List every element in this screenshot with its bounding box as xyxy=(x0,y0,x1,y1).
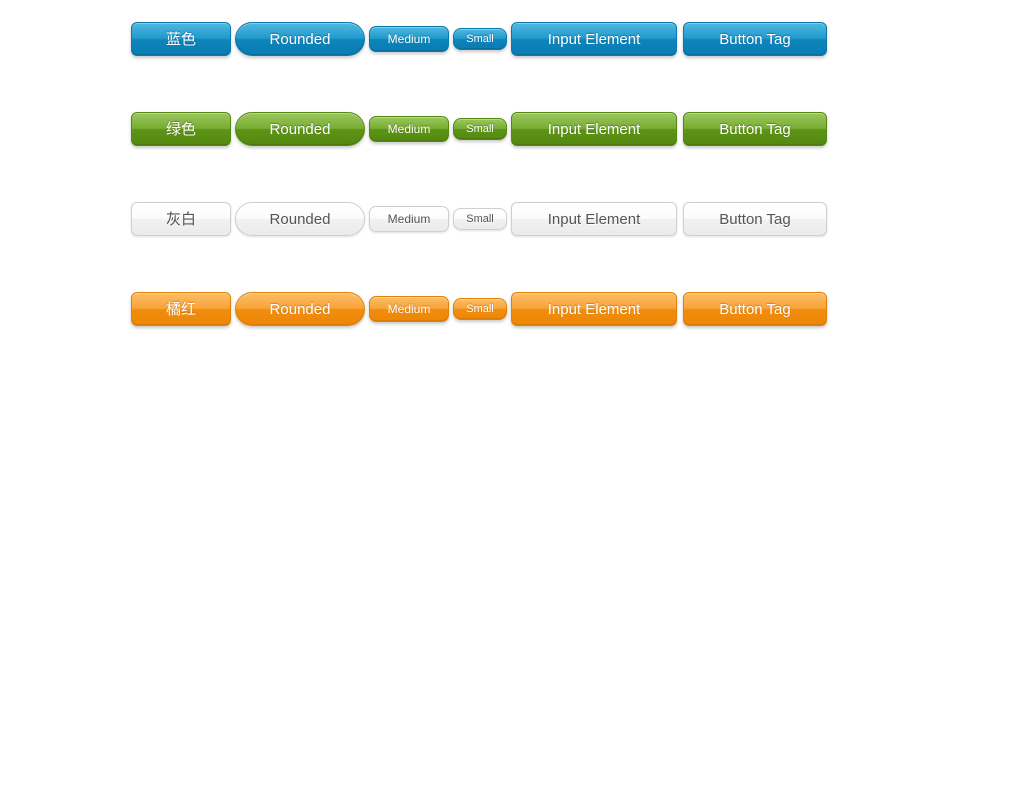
blue-rounded-button[interactable]: Rounded xyxy=(235,22,365,56)
button-label: Button Tag xyxy=(719,210,791,228)
button-label: Medium xyxy=(387,212,431,226)
button-label: Input Element xyxy=(547,210,641,228)
green-tag-button[interactable]: Button Tag xyxy=(683,112,827,146)
orange-rounded-button[interactable]: Rounded xyxy=(235,292,365,326)
blue-default-button[interactable]: 蓝色 xyxy=(131,22,231,56)
button-label: Button Tag xyxy=(719,30,791,48)
button-label: Rounded xyxy=(269,210,331,228)
green-default-button[interactable]: 绿色 xyxy=(131,112,231,146)
button-label: Button Tag xyxy=(719,300,791,318)
button-label: Small xyxy=(466,32,494,45)
gray-small-button[interactable]: Small xyxy=(453,208,507,230)
button-label: Small xyxy=(466,212,494,225)
button-label: Rounded xyxy=(269,120,331,138)
gray-medium-button[interactable]: Medium xyxy=(369,206,449,232)
green-medium-button[interactable]: Medium xyxy=(369,116,449,142)
blue-small-button[interactable]: Small xyxy=(453,28,507,50)
button-label: Medium xyxy=(387,302,431,316)
button-label: 灰白 xyxy=(165,210,196,228)
orange-input-button[interactable]: Input Element xyxy=(511,292,677,326)
button-label: Medium xyxy=(387,122,431,136)
button-label: Rounded xyxy=(269,30,331,48)
gray-tag-button[interactable]: Button Tag xyxy=(683,202,827,236)
button-row-green: 绿色 Rounded Medium Small Input Element Button … xyxy=(131,112,827,146)
button-label: Medium xyxy=(387,32,431,46)
orange-medium-button[interactable]: Medium xyxy=(369,296,449,322)
button-row-orange: 橘红 Rounded Medium Small Input Element Button … xyxy=(131,292,827,326)
button-label: Button Tag xyxy=(719,120,791,138)
blue-tag-button[interactable]: Button Tag xyxy=(683,22,827,56)
button-row-gray: 灰白 Rounded Medium Small Input Element Button … xyxy=(131,202,827,236)
button-label: 橘红 xyxy=(165,300,196,318)
orange-tag-button[interactable]: Button Tag xyxy=(683,292,827,326)
orange-default-button[interactable]: 橘红 xyxy=(131,292,231,326)
button-label: Small xyxy=(466,122,494,135)
green-rounded-button[interactable]: Rounded xyxy=(235,112,365,146)
button-label: Input Element xyxy=(547,30,641,48)
button-label: 蓝色 xyxy=(165,30,196,48)
button-row-blue: 蓝色 Rounded Medium Small Input Element Button … xyxy=(131,22,827,56)
gray-rounded-button[interactable]: Rounded xyxy=(235,202,365,236)
button-showcase-stage: 蓝色 Rounded Medium Small Input Element Button … xyxy=(0,0,1024,800)
green-small-button[interactable]: Small xyxy=(453,118,507,140)
orange-small-button[interactable]: Small xyxy=(453,298,507,320)
gray-input-button[interactable]: Input Element xyxy=(511,202,677,236)
gray-default-button[interactable]: 灰白 xyxy=(131,202,231,236)
button-label: Small xyxy=(466,302,494,315)
button-label: 绿色 xyxy=(165,120,196,138)
button-label: Input Element xyxy=(547,300,641,318)
button-label: Rounded xyxy=(269,300,331,318)
button-label: Input Element xyxy=(547,120,641,138)
blue-medium-button[interactable]: Medium xyxy=(369,26,449,52)
green-input-button[interactable]: Input Element xyxy=(511,112,677,146)
blue-input-button[interactable]: Input Element xyxy=(511,22,677,56)
